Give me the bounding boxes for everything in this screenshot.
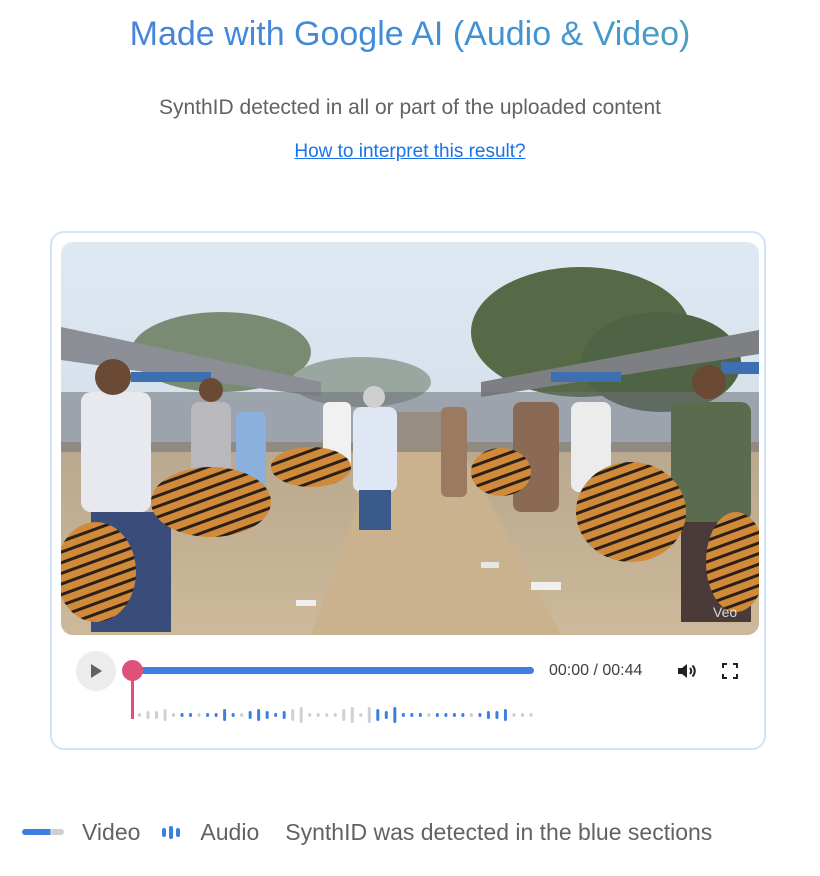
waveform-bar [520,713,524,717]
waveform-bar [367,707,371,723]
waveform-bar [342,709,346,721]
waveform-bar [308,713,312,717]
legend: Video Audio SynthID was detected in the … [22,816,712,848]
fullscreen-button[interactable] [720,661,740,681]
waveform-bar [495,711,499,719]
waveform-bar [248,711,252,719]
waveform-bar [503,709,507,721]
interpret-result-link[interactable]: How to interpret this result? [294,141,525,162]
waveform-bar [384,711,388,719]
waveform-bar [418,713,422,717]
waveform-bar [163,709,167,721]
waveform-bar [197,713,201,717]
waveform-bar [469,713,473,717]
waveform-bar [146,711,150,719]
waveform-bar [180,713,184,717]
play-button[interactable] [76,651,116,691]
video-legend-swatch [22,829,64,835]
volume-button[interactable] [675,659,699,683]
waveform-bar [393,707,397,723]
waveform-bar [257,709,261,721]
veo-watermark: Veo [713,604,737,620]
audio-legend-label: Audio [200,818,260,845]
waveform-bar [461,713,465,717]
waveform-bar [410,713,414,717]
waveform-bar [427,713,431,717]
waveform-bar [316,713,320,717]
waveform-bar [359,713,363,717]
video-thumbnail: Veo [61,242,759,635]
waveform-bar [155,711,159,719]
waveform-bar [325,713,329,717]
waveform-bar [214,713,218,717]
waveform-bar [291,709,295,721]
audio-legend-swatch [162,825,181,839]
video-legend-label: Video [82,818,141,845]
media-player-card: Veo 00:00 / 00:44 [50,231,766,750]
time-display: 00:00 / 00:44 [549,662,643,679]
audio-waveform[interactable] [136,703,536,727]
volume-icon [678,664,696,678]
waveform-bar [478,713,482,717]
waveform-bar [299,707,303,723]
waveform-bar [172,713,176,717]
waveform-bar [486,711,490,719]
waveform-bar [529,713,533,717]
waveform-bar [223,709,227,721]
waveform-bar [240,713,244,717]
waveform-bar [333,713,337,717]
waveform-bar [282,711,286,719]
waveform-bar [189,713,193,717]
video-frame[interactable]: Veo [61,242,759,635]
waveform-bar [435,713,439,717]
waveform-bar [138,713,141,717]
progress-scrubber-handle[interactable] [122,660,143,681]
waveform-bar [206,713,210,717]
playhead-line [131,679,134,719]
play-icon [91,664,102,678]
waveform-bar [350,707,354,723]
waveform-bar [231,713,235,717]
waveform-bar [401,713,405,717]
waveform-bar [512,713,516,717]
waveform-bar [274,713,278,717]
result-subtitle: SynthID detected in all or part of the u… [158,96,661,119]
waveform-bar [444,713,448,717]
waveform-bar [452,713,456,717]
detection-note: SynthID was detected in the blue section… [285,818,713,845]
fullscreen-icon [722,663,738,679]
video-progress-bar[interactable] [132,667,534,674]
waveform-bar [265,711,269,719]
page-title: Made with Google AI (Audio & Video) [0,12,820,56]
waveform-bar [376,709,380,721]
